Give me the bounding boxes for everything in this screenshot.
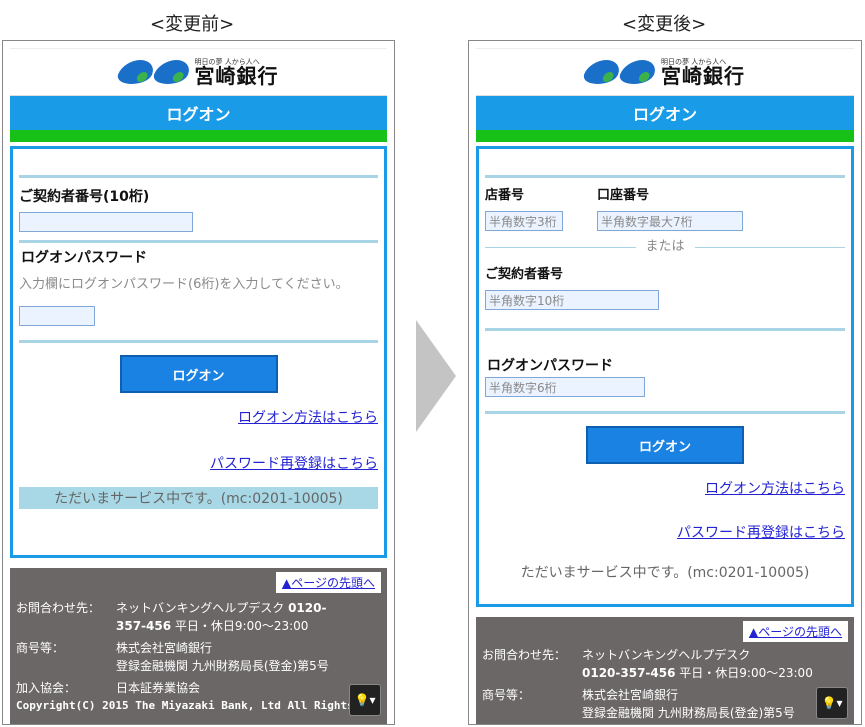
- divider: [19, 240, 378, 243]
- inquiry-hours: 平日・休日9:00～23:00: [679, 666, 813, 680]
- service-status: ただいまサービス中です。(mc:0201-10005): [520, 565, 810, 581]
- phone-before: 明日の夢 人から人へ 宮崎銀行 ログオン ご契約者番号(10桁) ログオンパスワ…: [2, 40, 395, 725]
- service-status: ただいまサービス中です。(mc:0201-10005): [19, 487, 378, 509]
- inquiry-helpdesk: ネットバンキングヘルプデスク: [582, 648, 751, 662]
- divider: [19, 175, 378, 178]
- inquiry-phone-b: 357-456: [116, 619, 172, 633]
- account-number-input[interactable]: 半角数字最大7桁: [597, 211, 743, 231]
- trade-registration: 登録金融機関 九州財務局長(登金)第5号: [582, 706, 795, 720]
- footer: ▲ページの先頭へ お問合わせ先： ネットバンキングヘルプデスク 0120- 35…: [10, 568, 387, 724]
- accent-bar: [10, 130, 387, 142]
- contract-number-label: ご契約者番号(10桁): [19, 189, 150, 205]
- page-top-link[interactable]: ▲ページの先頭へ: [743, 621, 848, 642]
- inquiry-key: お問合わせ先：: [482, 648, 567, 662]
- branch-number-label: 店番号: [485, 188, 525, 203]
- logon-method-link[interactable]: ログオン方法はこちら: [19, 407, 378, 427]
- trade-key: 商号等：: [482, 688, 531, 702]
- page-top-link[interactable]: ▲ページの先頭へ: [276, 572, 381, 593]
- association-value: 日本証券業協会: [116, 681, 201, 695]
- or-text: または: [645, 239, 685, 254]
- contract-number-input[interactable]: [19, 212, 193, 232]
- logo-name: 宮崎銀行: [194, 63, 279, 88]
- login-form: 店番号 半角数字3桁 口座番号 半角数字最大7桁 または ご契約者番号 半角数字…: [476, 146, 854, 607]
- logon-button[interactable]: ログオン: [119, 355, 278, 393]
- copyright: Copyright(C) 2015 The Miyazaki Bank, Ltd…: [16, 699, 354, 712]
- contract-number-label: ご契約者番号: [485, 267, 564, 282]
- divider: [19, 340, 378, 343]
- trade-name: 株式会社宮崎銀行: [116, 641, 213, 655]
- page-title: ログオン: [10, 96, 387, 130]
- trade-name: 株式会社宮崎銀行: [582, 688, 679, 702]
- accent-bar: [476, 130, 854, 142]
- inquiry-hours: 平日・休日9:00～23:00: [174, 619, 309, 633]
- bank-logo-icon: [114, 60, 193, 84]
- lightbulb-icon[interactable]: 💡▾: [349, 684, 381, 716]
- login-form: ご契約者番号(10桁) ログオンパスワード 入力欄にログオンパスワード(6桁)を…: [10, 146, 387, 558]
- password-label: ログオンパスワード: [487, 358, 613, 374]
- screen-after: 明日の夢 人から人へ 宮崎銀行 ログオン 店番号 半角数字3桁 口座番号 半角数…: [476, 48, 854, 724]
- header-logo[interactable]: 明日の夢 人から人へ 宮崎銀行: [10, 48, 387, 96]
- contract-number-input[interactable]: 半角数字10桁: [485, 290, 659, 310]
- right-arrow-icon: [416, 320, 456, 432]
- inquiry-helpdesk: ネットバンキングヘルプデスク: [116, 601, 285, 615]
- caption-before: <変更前>: [150, 14, 235, 35]
- bank-logo-icon: [580, 60, 660, 84]
- or-separator: または: [485, 239, 846, 255]
- divider: [485, 328, 845, 331]
- password-input[interactable]: 半角数字6桁: [485, 377, 645, 397]
- lightbulb-icon[interactable]: 💡▾: [816, 687, 848, 719]
- password-reset-link[interactable]: パスワード再登録はこちら: [19, 453, 378, 473]
- trade-key: 商号等：: [16, 641, 65, 655]
- logon-button[interactable]: ログオン: [586, 426, 744, 464]
- password-label: ログオンパスワード: [21, 250, 147, 266]
- password-reset-link[interactable]: パスワード再登録はこちら: [485, 522, 845, 542]
- trade-registration: 登録金融機関 九州財務局長(登金)第5号: [116, 659, 329, 673]
- inquiry-key: お問合わせ先：: [16, 601, 101, 615]
- phone-after: 明日の夢 人から人へ 宮崎銀行 ログオン 店番号 半角数字3桁 口座番号 半角数…: [468, 40, 862, 725]
- password-input[interactable]: [19, 306, 95, 326]
- footer: ▲ページの先頭へ お問合わせ先： ネットバンキングヘルプデスク 0120-357…: [476, 617, 854, 724]
- account-number-label: 口座番号: [597, 188, 650, 203]
- password-hint: 入力欄にログオンパスワード(6桁)を入力してください。: [19, 277, 349, 292]
- logon-method-link[interactable]: ログオン方法はこちら: [485, 478, 845, 498]
- branch-number-input[interactable]: 半角数字3桁: [485, 211, 563, 231]
- page-title: ログオン: [476, 96, 854, 130]
- association-key: 加入協会：: [16, 681, 77, 695]
- header-logo[interactable]: 明日の夢 人から人へ 宮崎銀行: [476, 48, 854, 96]
- logo-name: 宮崎銀行: [661, 63, 745, 88]
- divider: [485, 175, 845, 178]
- inquiry-phone: 0120-357-456: [582, 666, 676, 680]
- caption-after: <変更後>: [622, 14, 707, 35]
- divider: [485, 411, 845, 414]
- inquiry-phone-a: 0120-: [288, 601, 327, 615]
- screen-before: 明日の夢 人から人へ 宮崎銀行 ログオン ご契約者番号(10桁) ログオンパスワ…: [10, 48, 387, 724]
